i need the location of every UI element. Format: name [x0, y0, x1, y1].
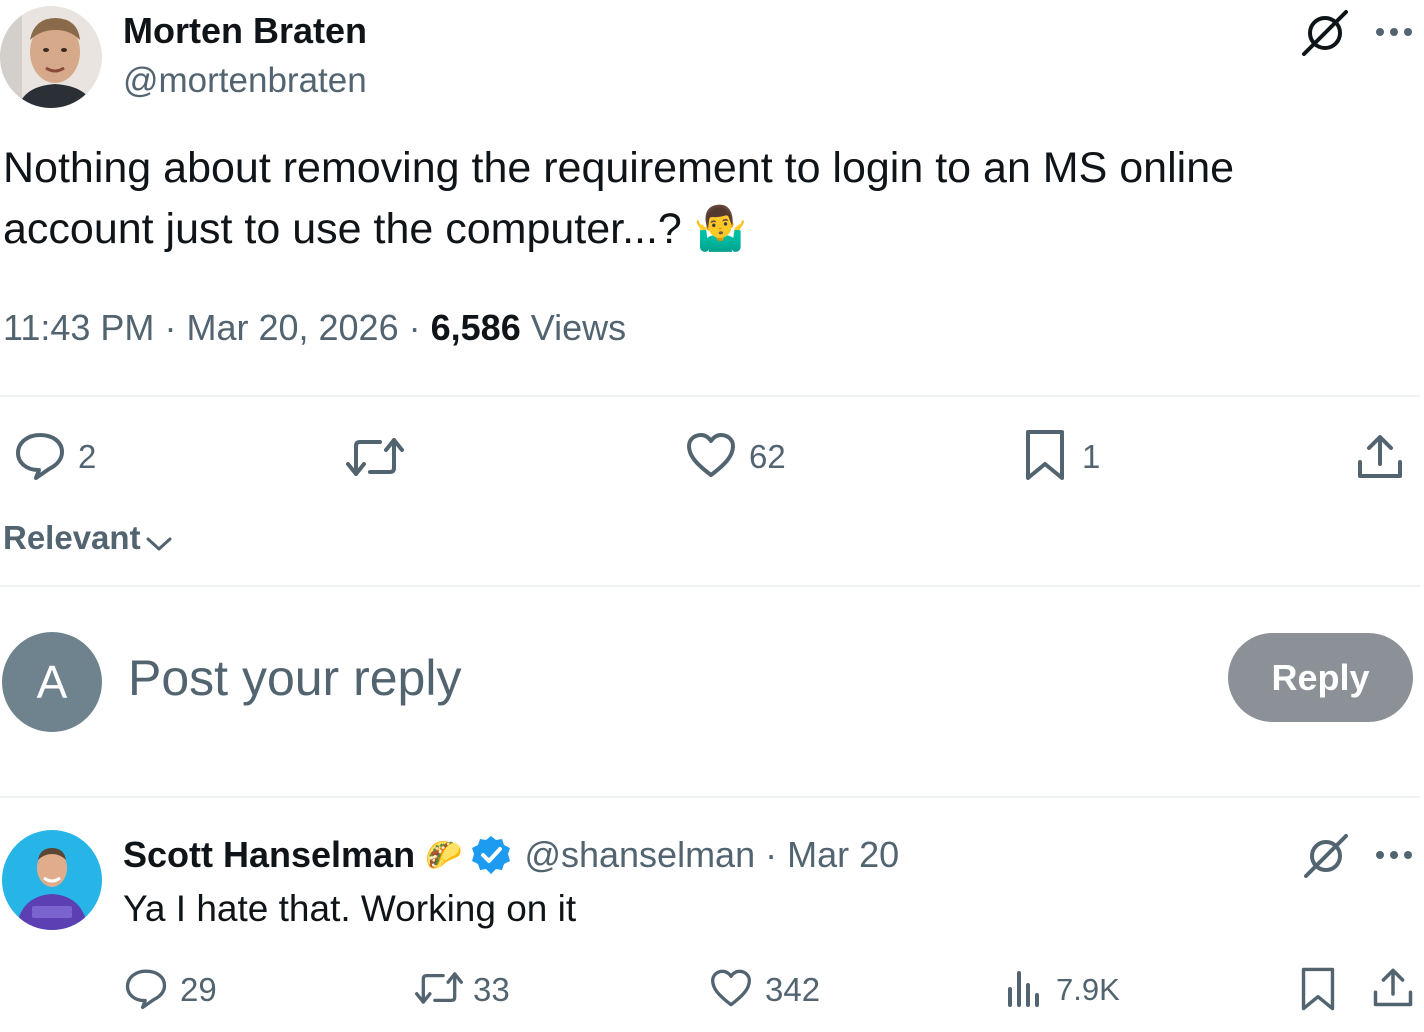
- reply-author-name[interactable]: Scott Hanselman: [123, 834, 415, 876]
- repost-count: 33: [473, 971, 510, 1008]
- author-name[interactable]: Morten Braten: [123, 10, 367, 52]
- repost-icon: [415, 969, 463, 1012]
- bookmark-count: 1: [1082, 438, 1101, 475]
- reply-author-avatar[interactable]: [2, 830, 102, 930]
- current-user-avatar[interactable]: A: [2, 632, 102, 732]
- more-icon[interactable]: [1374, 26, 1416, 38]
- meta-separator: ·: [164, 307, 177, 348]
- reply-count: 2: [78, 438, 97, 475]
- share-icon[interactable]: [1356, 432, 1404, 480]
- bookmark-action[interactable]: 1: [1024, 428, 1101, 487]
- verified-badge-icon[interactable]: [470, 834, 512, 876]
- reply-date[interactable]: Mar 20: [787, 834, 899, 876]
- reply-reply-action[interactable]: 29: [124, 968, 217, 1012]
- more-icon[interactable]: [1374, 849, 1416, 861]
- share-icon[interactable]: [1372, 966, 1414, 1008]
- reply-icon: [14, 430, 66, 485]
- like-action[interactable]: 62: [685, 432, 786, 482]
- like-icon: [709, 968, 753, 1013]
- views-label: Views: [530, 307, 627, 348]
- reply-like-action[interactable]: 342: [709, 968, 820, 1012]
- post-text-body: Nothing about removing the requirement t…: [3, 144, 1235, 253]
- views-count: 6,586: [430, 307, 521, 348]
- grok-icon[interactable]: [1300, 8, 1350, 56]
- reply-repost-action[interactable]: 33: [415, 968, 510, 1012]
- reply-input[interactable]: Post your reply: [128, 648, 461, 708]
- repost-icon[interactable]: [346, 434, 404, 480]
- like-icon: [685, 431, 737, 484]
- reply-count: 29: [180, 971, 217, 1008]
- post-date[interactable]: Mar 20, 2026: [186, 307, 398, 348]
- bookmark-icon[interactable]: [1300, 966, 1336, 1012]
- reply-text: Ya I hate that. Working on it: [123, 888, 577, 929]
- divider: [0, 585, 1420, 587]
- sort-dropdown[interactable]: Relevant: [3, 514, 173, 562]
- post-meta: 11:43 PM · Mar 20, 2026 · 6,586 Views: [3, 306, 626, 350]
- like-count: 62: [749, 438, 786, 475]
- author-avatar[interactable]: [0, 6, 102, 108]
- meta-separator: ·: [408, 307, 421, 348]
- reply-header: Scott Hanselman 🌮 @shanselman · Mar 20: [123, 831, 899, 879]
- grok-icon[interactable]: [1302, 832, 1350, 878]
- divider: [0, 395, 1420, 397]
- chevron-down-icon: [145, 522, 173, 562]
- bookmark-icon: [1024, 428, 1066, 487]
- reply-views-action[interactable]: 7.9K: [1006, 968, 1120, 1012]
- shrug-emoji: 🤷‍♂️: [693, 205, 748, 253]
- reply-icon: [124, 967, 168, 1014]
- reply-action[interactable]: 2: [14, 432, 96, 482]
- meta-separator: ·: [765, 834, 778, 875]
- post-text: Nothing about removing the requirement t…: [3, 138, 1333, 260]
- taco-emoji: 🌮: [425, 838, 463, 872]
- views-count: 7.9K: [1056, 972, 1120, 1007]
- post-time[interactable]: 11:43 PM: [3, 307, 154, 348]
- reply-author-handle[interactable]: @shanselman: [524, 834, 755, 876]
- like-count: 342: [765, 971, 821, 1008]
- author-handle[interactable]: @mortenbraten: [123, 60, 367, 102]
- reply-button[interactable]: Reply: [1228, 633, 1413, 722]
- views-icon: [1006, 969, 1042, 1012]
- sort-label: Relevant: [3, 519, 141, 556]
- divider: [0, 796, 1420, 798]
